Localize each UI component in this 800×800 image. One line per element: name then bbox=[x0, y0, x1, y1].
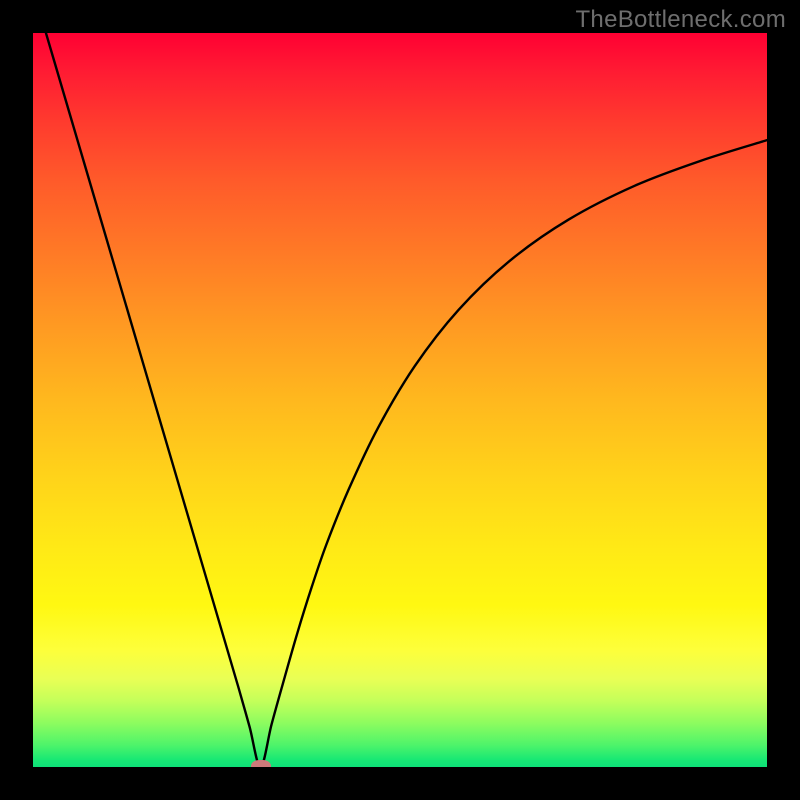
plot-area bbox=[33, 33, 767, 767]
chart-frame: TheBottleneck.com bbox=[0, 0, 800, 800]
bottleneck-curve-path bbox=[33, 33, 767, 767]
minimum-marker bbox=[251, 760, 271, 767]
curve-svg bbox=[33, 33, 767, 767]
watermark-text: TheBottleneck.com bbox=[575, 6, 786, 34]
